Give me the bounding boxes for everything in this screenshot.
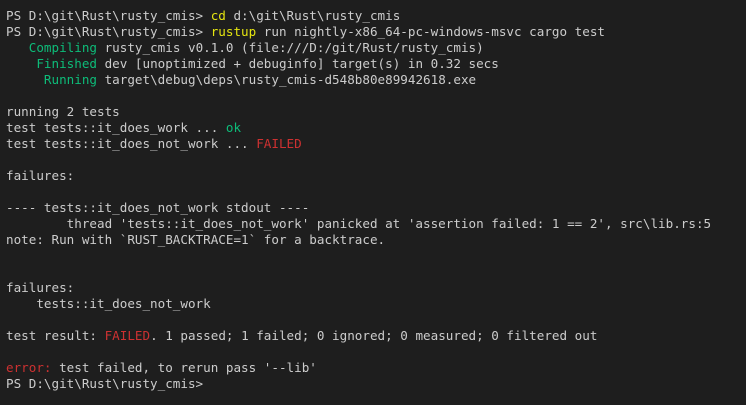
- command: rustup: [210, 24, 257, 39]
- cargo-status-line: Compiling rusty_cmis v0.1.0 (file:///D:/…: [6, 40, 740, 56]
- command-args: run nightly-x86_64-pc-windows-msvc cargo…: [256, 24, 605, 39]
- output-line: failures:: [6, 168, 75, 183]
- test-name: test tests::it_does_not_work ...: [6, 136, 257, 151]
- prompt: PS D:\git\Rust\rusty_cmis>: [6, 376, 204, 391]
- output-line: ---- tests::it_does_not_work stdout ----: [6, 200, 310, 215]
- cargo-status-line: Running target\debug\deps\rusty_cmis-d54…: [6, 72, 740, 88]
- summary-rest: . 1 passed; 1 failed; 0 ignored; 0 measu…: [150, 328, 598, 343]
- error-line: error: test failed, to rerun pass '--lib…: [6, 360, 740, 376]
- test-result-failed: FAILED: [256, 136, 302, 151]
- output-line: note: Run with `RUST_BACKTRACE=1` for a …: [6, 232, 386, 247]
- prompt-line[interactable]: PS D:\git\Rust\rusty_cmis>: [6, 376, 740, 392]
- cargo-status: Compiling: [6, 40, 97, 55]
- prompt-line: PS D:\git\Rust\rusty_cmis> rustup run ni…: [6, 24, 740, 40]
- error-text: test failed, to rerun pass '--lib': [51, 360, 317, 375]
- cargo-status: Finished: [6, 56, 97, 71]
- prompt: PS D:\git\Rust\rusty_cmis>: [6, 8, 211, 23]
- cursor: [203, 376, 210, 390]
- cargo-status-text: dev [unoptimized + debuginfo] target(s) …: [97, 56, 499, 71]
- cargo-status-text: target\debug\deps\rusty_cmis-d548b80e899…: [97, 72, 477, 87]
- cargo-status-text: rusty_cmis v0.1.0 (file:///D:/git/Rust/r…: [97, 40, 484, 55]
- summary-failed: FAILED: [104, 328, 151, 343]
- command: cd: [210, 8, 226, 23]
- test-result-ok: ok: [225, 120, 242, 135]
- test-name: test tests::it_does_work ...: [6, 120, 226, 135]
- command-args: d:\git\Rust\rusty_cmis: [225, 8, 401, 23]
- output-line: thread 'tests::it_does_not_work' panicke…: [6, 216, 712, 231]
- test-summary-line: test result: FAILED. 1 passed; 1 failed;…: [6, 328, 740, 344]
- summary-prefix: test result:: [6, 328, 105, 343]
- cargo-status: Running: [6, 72, 97, 87]
- cargo-status-line: Finished dev [unoptimized + debuginfo] t…: [6, 56, 740, 72]
- prompt: PS D:\git\Rust\rusty_cmis>: [6, 24, 211, 39]
- error-label: error:: [6, 360, 52, 375]
- output-line: tests::it_does_not_work: [6, 296, 211, 311]
- output-line: failures:: [6, 280, 75, 295]
- test-line: test tests::it_does_work ... ok: [6, 120, 740, 136]
- prompt-line: PS D:\git\Rust\rusty_cmis> cd d:\git\Rus…: [6, 8, 740, 24]
- output-line: running 2 tests: [6, 104, 120, 119]
- test-line: test tests::it_does_not_work ... FAILED: [6, 136, 740, 152]
- terminal-window[interactable]: PS D:\git\Rust\rusty_cmis> cd d:\git\Rus…: [0, 0, 746, 405]
